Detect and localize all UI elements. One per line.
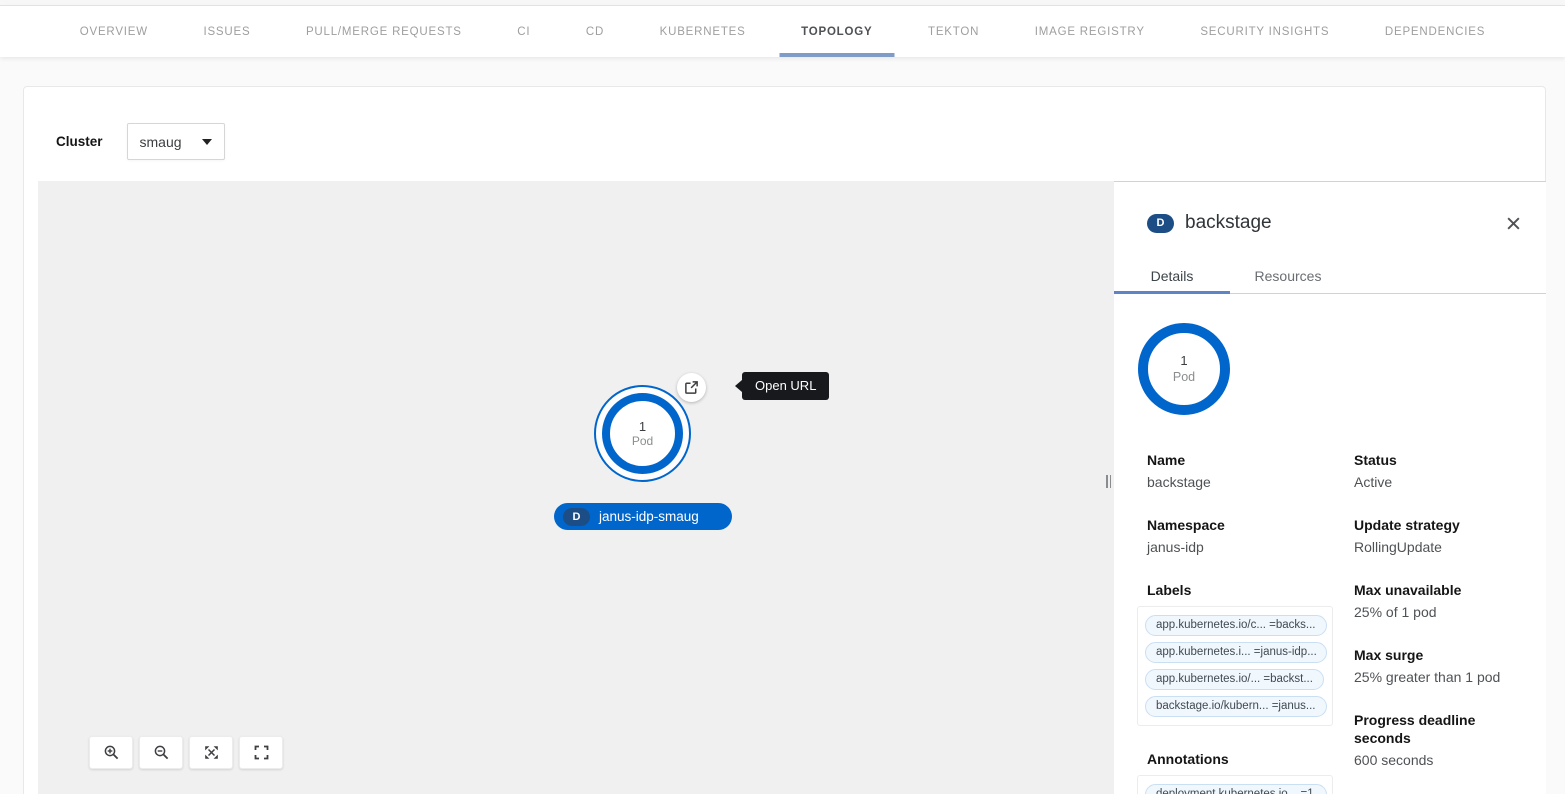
details-side-panel: D backstage Details Resources 1 Pod Name… [1114,181,1546,794]
label-chip[interactable]: backstage.io/kubern... =janus... [1145,696,1327,717]
cluster-select[interactable]: smaug [127,123,225,160]
fit-to-screen-button[interactable] [189,736,233,769]
zoom-out-button[interactable] [139,736,183,769]
canvas-zoom-controls [89,736,283,769]
tab-ci[interactable]: CI [490,6,559,57]
panel-tab-bar: Details Resources [1114,260,1546,294]
open-url-decorator[interactable] [677,373,706,402]
details-left-column: Name backstage Namespace janus-idp Label… [1147,451,1354,794]
label-chip[interactable]: app.kubernetes.io/c... =backs... [1145,615,1327,636]
pod-count: 1 [639,419,646,434]
labels-chip-group: app.kubernetes.io/c... =backs... app.kub… [1137,606,1333,726]
close-panel-button[interactable] [1502,212,1524,234]
annotations-chip-group: deployment.kubernetes.io... =1.. [1137,775,1333,794]
detail-namespace: Namespace janus-idp [1147,516,1354,557]
label-chip[interactable]: app.kubernetes.i... =janus-idp... [1145,642,1327,663]
details-grid: Name backstage Namespace janus-idp Label… [1114,415,1546,794]
detail-value: backstage [1147,473,1354,492]
panel-tab-resources[interactable]: Resources [1230,260,1346,293]
detail-label: Status [1354,451,1536,469]
detail-value: 25% greater than 1 pod [1354,668,1536,687]
deployment-node[interactable]: 1 Pod [594,385,691,482]
detail-labels: Labels app.kubernetes.io/c... =backs... … [1147,581,1354,726]
details-right-column: Status Active Update strategy RollingUpd… [1354,451,1546,794]
detail-label: Name [1147,451,1354,469]
tab-image-registry[interactable]: IMAGE REGISTRY [1007,6,1173,57]
tooltip-arrow [735,380,742,392]
entity-tab-bar: OVERVIEW ISSUES PULL/MERGE REQUESTS CI C… [0,6,1565,57]
tooltip-text: Open URL [742,372,829,400]
open-url-tooltip: Open URL [735,372,829,400]
detail-label: Max surge [1354,646,1536,664]
tab-pull-merge-requests[interactable]: PULL/MERGE REQUESTS [278,6,489,57]
tab-cd[interactable]: CD [558,6,632,57]
panel-header: D backstage [1114,182,1546,234]
deployment-badge: D [1147,214,1174,233]
annotations-title: Annotations [1147,750,1354,768]
detail-value: Active [1354,473,1536,492]
tab-kubernetes[interactable]: KUBERNETES [632,6,773,57]
pod-unit: Pod [632,434,653,449]
fit-to-screen-icon [203,744,220,761]
detail-status: Status Active [1354,451,1536,492]
detail-annotations: Annotations deployment.kubernetes.io... … [1147,750,1354,794]
detail-progress-deadline: Progress deadline seconds 600 seconds [1354,711,1536,770]
zoom-in-button[interactable] [89,736,133,769]
close-icon [1506,216,1521,231]
fullscreen-icon [253,744,270,761]
tab-dependencies[interactable]: DEPENDENCIES [1357,6,1513,57]
topology-canvas[interactable]: 1 Pod Open URL D janus-idp-smaug [38,181,1114,794]
panel-resize-handle[interactable] [1106,475,1111,488]
labels-title: Labels [1147,581,1354,599]
detail-name: Name backstage [1147,451,1354,492]
label-chip[interactable]: app.kubernetes.io/... =backst... [1145,669,1324,690]
tab-security-insights[interactable]: SECURITY INSIGHTS [1173,6,1358,57]
detail-value: 25% of 1 pod [1354,603,1536,622]
detail-value: 600 seconds [1354,751,1536,770]
detail-value: janus-idp [1147,538,1354,557]
detail-label: Progress deadline seconds [1354,711,1536,747]
annotation-chip[interactable]: deployment.kubernetes.io... =1.. [1145,784,1327,794]
node-name: janus-idp-smaug [599,509,699,524]
detail-label: Max unavailable [1354,581,1536,599]
detail-label: Namespace [1147,516,1354,534]
detail-label: Update strategy [1354,516,1536,534]
topology-card: Cluster smaug 1 Pod Open URL [23,86,1546,794]
cluster-selector-row: Cluster smaug [56,123,225,160]
tab-issues[interactable]: ISSUES [176,6,279,57]
pod-unit: Pod [1173,369,1195,385]
node-selection-ring: 1 Pod [594,385,691,482]
panel-tab-details[interactable]: Details [1114,260,1230,293]
panel-title: backstage [1185,212,1272,234]
node-label-pill[interactable]: D janus-idp-smaug [554,503,732,530]
pod-count: 1 [1180,353,1187,369]
tab-overview[interactable]: OVERVIEW [52,6,176,57]
detail-max-surge: Max surge 25% greater than 1 pod [1354,646,1536,687]
fullscreen-button[interactable] [239,736,283,769]
pod-donut: 1 Pod [602,393,683,474]
detail-value: RollingUpdate [1354,538,1536,557]
tab-tekton[interactable]: TEKTON [900,6,1007,57]
detail-max-unavailable: Max unavailable 25% of 1 pod [1354,581,1536,622]
chevron-down-icon [202,139,212,145]
detail-update-strategy: Update strategy RollingUpdate [1354,516,1536,557]
zoom-in-icon [103,744,120,761]
tab-topology[interactable]: TOPOLOGY [773,6,900,57]
zoom-out-icon [153,744,170,761]
deployment-badge: D [563,508,590,526]
cluster-select-value: smaug [140,134,182,150]
cluster-label: Cluster [56,134,103,149]
panel-pod-donut: 1 Pod [1138,323,1230,415]
external-link-icon [684,380,699,395]
